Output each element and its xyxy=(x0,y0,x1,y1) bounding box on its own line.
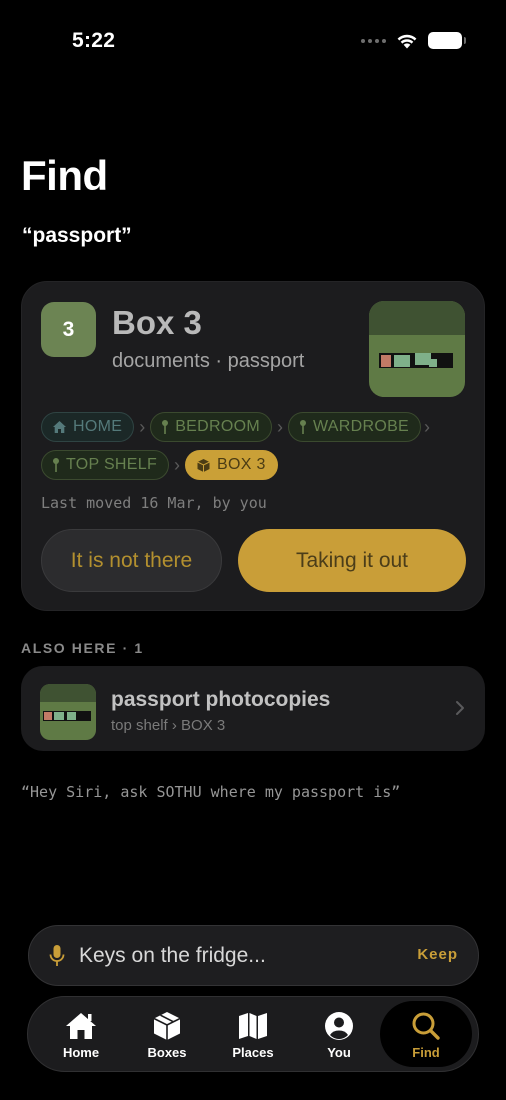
tab-label: Home xyxy=(62,1045,100,1060)
box-title: Box 3 xyxy=(112,304,202,341)
status-icons xyxy=(361,32,466,49)
chevron-right-icon: › xyxy=(424,416,431,437)
tab-label: Places xyxy=(232,1045,274,1060)
box-photo[interactable] xyxy=(369,301,465,397)
breadcrumb-box-3[interactable]: BOX 3 xyxy=(185,450,278,480)
tab-label: You xyxy=(327,1045,351,1060)
status-bar: 5:22 xyxy=(0,0,506,80)
not-there-button[interactable]: It is not there xyxy=(41,529,222,592)
house-icon xyxy=(66,1013,96,1039)
house-icon xyxy=(53,421,66,433)
result-card[interactable]: 3 Box 3 documents · passport HOME › BEDR… xyxy=(21,281,485,611)
search-query: “passport” xyxy=(22,224,132,247)
box-subtitle: documents · passport xyxy=(112,350,305,372)
breadcrumb-top-shelf[interactable]: TOP SHELF xyxy=(41,450,170,480)
tab-bar: Home Boxes Places You Find xyxy=(27,996,479,1072)
tab-home[interactable]: Home xyxy=(38,1001,124,1067)
last-moved-text: Last moved 16 Mar, by you xyxy=(41,494,267,512)
quick-capture-bar: Keep xyxy=(28,925,479,986)
tab-boxes[interactable]: Boxes xyxy=(124,1001,210,1067)
siri-hint: “Hey Siri, ask SOTHU where my passport i… xyxy=(21,783,401,801)
item-path: top shelf › BOX 3 xyxy=(111,717,226,734)
list-item[interactable]: passport photocopies top shelf › BOX 3 xyxy=(21,666,485,751)
person-icon xyxy=(325,1012,353,1040)
keep-button[interactable]: Keep xyxy=(417,946,458,963)
chevron-right-icon xyxy=(456,701,464,715)
breadcrumb-wardrobe[interactable]: WARDROBE xyxy=(287,412,422,442)
search-icon xyxy=(412,1012,440,1040)
breadcrumb-label: BEDROOM xyxy=(175,418,260,435)
breadcrumb-label: HOME xyxy=(73,418,123,435)
box-number-badge: 3 xyxy=(41,302,96,357)
breadcrumb-label: BOX 3 xyxy=(217,456,266,473)
tab-label: Boxes xyxy=(147,1045,187,1060)
tab-you[interactable]: You xyxy=(296,1001,382,1067)
item-photo xyxy=(40,684,96,740)
chevron-right-icon: › xyxy=(174,454,181,475)
chevron-right-icon: › xyxy=(139,416,146,437)
breadcrumb-home[interactable]: HOME xyxy=(41,412,135,442)
take-out-button[interactable]: Taking it out xyxy=(238,529,466,592)
breadcrumb-bedroom[interactable]: BEDROOM xyxy=(150,412,272,442)
map-icon xyxy=(239,1013,267,1039)
breadcrumb-label: WARDROBE xyxy=(312,418,410,435)
tab-label: Find xyxy=(412,1045,440,1060)
status-time: 5:22 xyxy=(72,29,116,52)
item-title: passport photocopies xyxy=(111,688,331,711)
page-title: Find xyxy=(21,152,108,199)
location-breadcrumb: HOME › BEDROOM › WARDROBE › TOP SHELF › … xyxy=(41,412,471,480)
also-here-heading: ALSO HERE · 1 xyxy=(21,640,144,656)
chevron-right-icon: › xyxy=(276,416,283,437)
box-icon xyxy=(197,458,210,472)
microphone-icon[interactable] xyxy=(49,944,65,968)
tab-find[interactable]: Find xyxy=(380,1001,472,1067)
pin-icon xyxy=(299,420,306,434)
pin-icon xyxy=(162,420,169,434)
breadcrumb-label: TOP SHELF xyxy=(66,456,158,473)
box-icon xyxy=(153,1012,181,1040)
cellular-signal-icon xyxy=(361,38,386,43)
battery-icon xyxy=(428,32,466,49)
wifi-icon xyxy=(397,34,417,48)
pin-icon xyxy=(53,458,59,472)
tab-places[interactable]: Places xyxy=(210,1001,296,1067)
capture-input[interactable] xyxy=(79,943,399,969)
